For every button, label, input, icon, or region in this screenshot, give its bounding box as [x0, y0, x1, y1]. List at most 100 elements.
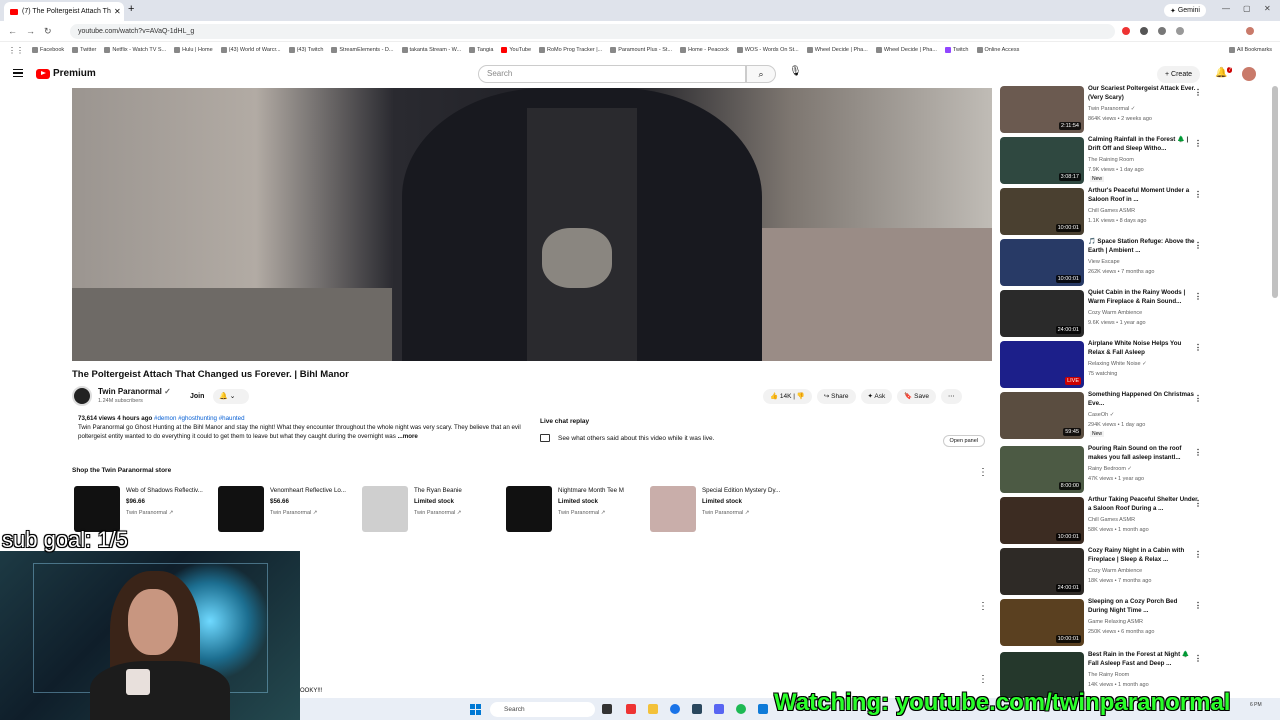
- microphone-icon[interactable]: 🎙: [789, 66, 802, 77]
- more-options-icon[interactable]: ⋮: [1194, 654, 1202, 663]
- bookmark[interactable]: takanta Stream - W...: [401, 47, 461, 53]
- recommended-video[interactable]: 59:45 Something Happened On Christmas Ev…: [1000, 391, 1210, 440]
- bookmark[interactable]: Tangia: [469, 47, 493, 53]
- bookmark[interactable]: Online Access: [976, 47, 1019, 53]
- bookmark[interactable]: Wheel Decide | Pha...: [806, 47, 868, 53]
- video-thumbnail[interactable]: LIVE: [1000, 341, 1084, 388]
- app-icon[interactable]: [758, 704, 768, 714]
- more-options-icon[interactable]: ⋮: [1194, 394, 1202, 403]
- video-thumbnail[interactable]: 2:11:54: [1000, 86, 1084, 133]
- spotify-icon[interactable]: [736, 704, 746, 714]
- apps-icon[interactable]: ⋮⋮: [8, 46, 24, 55]
- open-panel-button[interactable]: Open panel: [942, 435, 985, 447]
- video-thumbnail[interactable]: 10:00:01: [1000, 188, 1084, 235]
- subscribed-bell-button[interactable]: 🔔 ⌄: [213, 389, 249, 404]
- profile-avatar[interactable]: [1246, 27, 1254, 35]
- video-thumbnail[interactable]: 24:00:01: [1000, 290, 1084, 337]
- recommended-video[interactable]: 24:00:01 Cozy Rainy Night in a Cabin wit…: [1000, 547, 1210, 596]
- store-product[interactable]: Special Edition Mystery Dy... Limited st…: [650, 486, 790, 532]
- more-options-icon[interactable]: ⋮: [1194, 190, 1202, 199]
- video-thumbnail[interactable]: 10:00:01: [1000, 599, 1084, 646]
- bookmark[interactable]: Twitter: [72, 47, 96, 53]
- maximize-icon[interactable]: ▢: [1243, 4, 1251, 13]
- more-options-icon[interactable]: ⋮: [1194, 550, 1202, 559]
- more-options-icon[interactable]: ⋮: [1194, 601, 1202, 610]
- section-more-icon[interactable]: ⋮: [978, 674, 988, 685]
- close-window-icon[interactable]: ✕: [1264, 4, 1271, 13]
- bookmark[interactable]: Facebook: [32, 47, 64, 53]
- app-icon[interactable]: [626, 704, 636, 714]
- channel-name[interactable]: Twin Paranormal ✓: [98, 387, 171, 396]
- new-tab-icon[interactable]: +: [128, 3, 134, 15]
- recommended-video[interactable]: LIVE Airplane White Noise Helps You Rela…: [1000, 340, 1210, 389]
- thumbs-down-icon[interactable]: 👎: [797, 393, 805, 400]
- more-options-icon[interactable]: ⋮: [1194, 139, 1202, 148]
- bookmark[interactable]: Netflix - Watch TV S...: [104, 47, 166, 53]
- bookmark[interactable]: (43) Twitch: [288, 47, 323, 53]
- video-description[interactable]: 73,614 views 4 hours ago #demon #ghosthu…: [72, 414, 532, 454]
- extension-icon[interactable]: [1158, 27, 1166, 35]
- bookmark[interactable]: Home - Peacock: [680, 47, 729, 53]
- like-button[interactable]: 👍 14K | 👎: [763, 389, 812, 404]
- url-field[interactable]: youtube.com/watch?v=AVaQ-1dHL_g: [70, 24, 1115, 39]
- file-explorer-icon[interactable]: [648, 704, 658, 714]
- taskbar-search[interactable]: Search: [490, 702, 595, 717]
- channel-avatar[interactable]: [72, 386, 92, 406]
- bookmark[interactable]: Twitch: [944, 47, 969, 53]
- notifications-bell-icon[interactable]: 🔔7: [1215, 67, 1233, 78]
- account-avatar[interactable]: [1242, 67, 1256, 81]
- hashtags[interactable]: #demon #ghosthunting #haunted: [154, 415, 244, 422]
- ask-button[interactable]: ✦ Ask: [860, 389, 893, 404]
- bookmark[interactable]: Hulu | Home: [174, 47, 213, 53]
- store-more-icon[interactable]: ⋮: [978, 467, 988, 478]
- gemini-button[interactable]: ✦ Gemini: [1164, 4, 1206, 17]
- forward-icon[interactable]: →: [26, 26, 35, 36]
- recommended-video[interactable]: 10:00:01 Arthur's Peaceful Moment Under …: [1000, 187, 1210, 236]
- youtube-logo[interactable]: Premium: [36, 68, 96, 79]
- more-options-icon[interactable]: ⋮: [1194, 343, 1202, 352]
- recommended-video[interactable]: 10:00:01 Sleeping on a Cozy Porch Bed Du…: [1000, 598, 1210, 647]
- steam-icon[interactable]: [692, 704, 702, 714]
- reload-icon[interactable]: ↻: [44, 26, 52, 37]
- discord-icon[interactable]: [714, 704, 724, 714]
- video-thumbnail[interactable]: 24:00:01: [1000, 548, 1084, 595]
- video-thumbnail[interactable]: 3:08:17: [1000, 137, 1084, 184]
- create-button[interactable]: + Create: [1157, 66, 1201, 83]
- task-view-icon[interactable]: [602, 704, 612, 714]
- page-scrollbar[interactable]: [1272, 86, 1278, 298]
- recommended-video[interactable]: 10:00:01 🎵 Space Station Refuge: Above t…: [1000, 238, 1210, 287]
- recommended-video[interactable]: 10:00:01 Arthur Taking Peaceful Shelter …: [1000, 496, 1210, 545]
- all-bookmarks[interactable]: All Bookmarks: [1228, 47, 1272, 53]
- more-actions-icon[interactable]: ⋯: [941, 389, 962, 404]
- more-options-icon[interactable]: ⋮: [1194, 241, 1202, 250]
- bookmark[interactable]: (43) World of Warcr...: [220, 47, 281, 53]
- extension-icon[interactable]: [1176, 27, 1184, 35]
- bookmark[interactable]: YouTube: [501, 47, 531, 53]
- hamburger-menu-icon[interactable]: [13, 69, 23, 77]
- recommended-video[interactable]: 3:08:17 Calming Rainfall in the Forest 🌲…: [1000, 136, 1210, 185]
- extension-icon[interactable]: [1140, 27, 1148, 35]
- recommended-video[interactable]: 8:00:00 Pouring Rain Sound on the roof m…: [1000, 445, 1210, 494]
- windows-start-icon[interactable]: [470, 704, 481, 715]
- section-more-icon[interactable]: ⋮: [978, 601, 988, 612]
- bookmark[interactable]: WOS - Words On St...: [736, 47, 799, 53]
- video-thumbnail[interactable]: 59:45: [1000, 392, 1084, 439]
- more-options-icon[interactable]: ⋮: [1194, 292, 1202, 301]
- store-product[interactable]: Nightmare Month Tee M Limited stock Twin…: [506, 486, 646, 532]
- chrome-icon[interactable]: [670, 704, 680, 714]
- store-product[interactable]: Web of Shadows Reflectiv... $96.66 Twin …: [74, 486, 214, 532]
- more-options-icon[interactable]: ⋮: [1194, 448, 1202, 457]
- extension-icon[interactable]: [1122, 27, 1130, 35]
- more-options-icon[interactable]: ⋮: [1194, 88, 1202, 97]
- more-options-icon[interactable]: ⋮: [1194, 499, 1202, 508]
- bookmark[interactable]: Paramount Plus - St...: [610, 47, 672, 53]
- join-button[interactable]: Join: [182, 389, 212, 404]
- minimize-icon[interactable]: —: [1222, 4, 1230, 13]
- save-button[interactable]: 🔖 Save: [897, 389, 936, 404]
- store-product[interactable]: Venomheart Reflective Lo... $56.66 Twin …: [218, 486, 358, 532]
- back-icon[interactable]: ←: [8, 26, 17, 36]
- bookmark[interactable]: StreamElements - D...: [331, 47, 394, 53]
- search-icon[interactable]: ⌕: [746, 65, 776, 83]
- recommended-video[interactable]: 24:00:01 Quiet Cabin in the Rainy Woods …: [1000, 289, 1210, 338]
- store-product[interactable]: The Ryan Beanie Limited stock Twin Paran…: [362, 486, 502, 532]
